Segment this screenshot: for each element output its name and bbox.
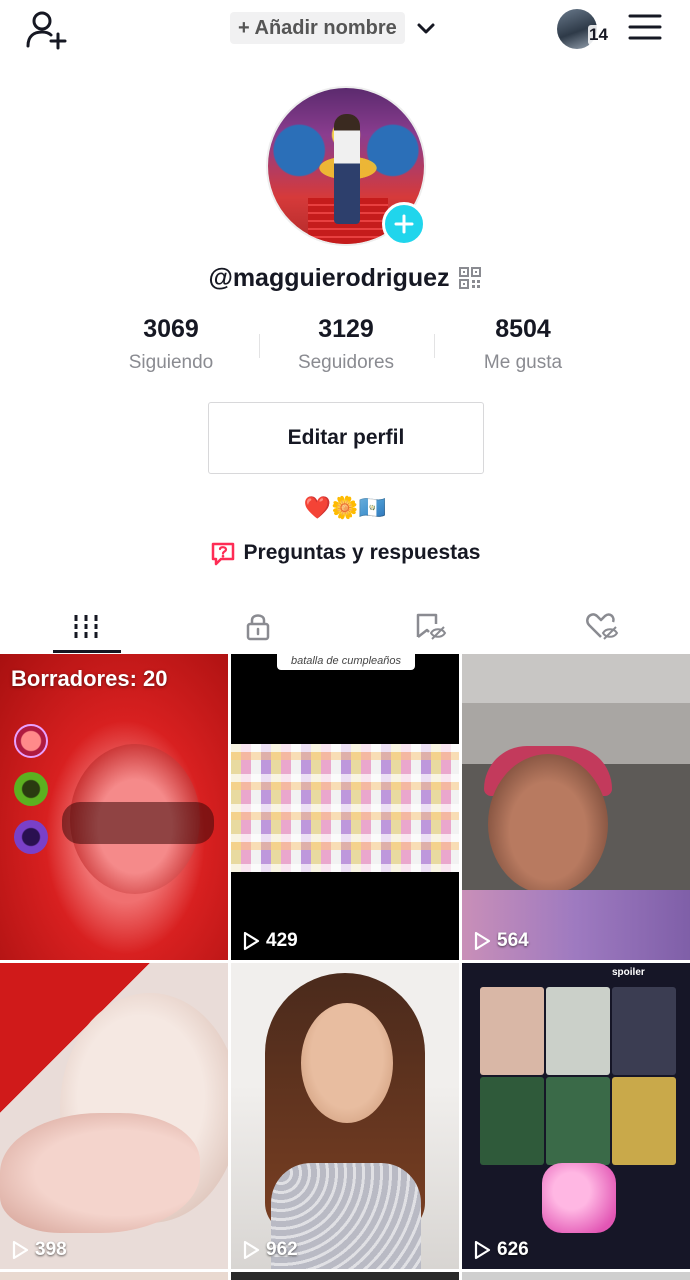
stat-following[interactable]: 3069 Siguiendo: [86, 312, 256, 374]
add-name-button[interactable]: + Añadir nombre: [230, 12, 405, 44]
video-thumbnail[interactable]: batalla de cumpleaños 429: [231, 654, 459, 960]
username-row: @magguierodriguez: [0, 262, 690, 294]
thumbnail-art: [546, 1077, 610, 1165]
thumbnail-art: [480, 987, 544, 1075]
view-count-value: 398: [35, 1239, 67, 1260]
stat-divider: [259, 334, 260, 358]
stat-value: 8504: [495, 315, 551, 343]
video-thumbnail[interactable]: spoiler 626: [462, 963, 690, 1269]
tab-liked[interactable]: [516, 598, 688, 654]
qa-link[interactable]: Preguntas y respuestas: [0, 536, 690, 570]
play-icon: [243, 1240, 260, 1260]
tab-favorites[interactable]: [344, 598, 516, 654]
top-bar: + Añadir nombre 14: [0, 0, 690, 60]
view-count-value: 626: [497, 1239, 529, 1260]
video-thumbnail[interactable]: 962: [231, 963, 459, 1269]
video-grid: Borradores: 20 batalla de cumpleaños 429…: [0, 654, 690, 1280]
video-thumbnail[interactable]: 398: [0, 963, 228, 1269]
view-count-value: 962: [266, 1239, 298, 1260]
qa-label: Preguntas y respuestas: [243, 541, 481, 564]
add-user-icon[interactable]: [24, 8, 68, 52]
drafts-label: Borradores: 20: [11, 666, 168, 691]
thumbnail-art: [546, 987, 610, 1075]
view-count-value: 564: [497, 930, 529, 951]
videos-grid-icon: [74, 615, 98, 638]
thumbnail-art: [542, 1163, 616, 1233]
thumbnail-art: [62, 802, 214, 844]
thumbnail-art: [0, 1113, 200, 1233]
question-bubble-icon: [211, 542, 234, 566]
stat-divider: [434, 334, 435, 358]
video-thumbnail-partial[interactable]: [0, 1272, 228, 1280]
chevron-down-icon[interactable]: [415, 17, 437, 39]
stat-followers[interactable]: 3129 Seguidores: [261, 312, 431, 374]
thumbnail-art: [612, 1077, 676, 1165]
tab-videos[interactable]: [0, 598, 172, 654]
tab-private[interactable]: [172, 598, 344, 654]
stat-label: Me gusta: [483, 352, 563, 373]
thumbnail-art: [612, 987, 676, 1075]
play-icon: [243, 931, 260, 951]
effect-icon: [14, 820, 48, 854]
thumbnail-overlay-text: spoiler: [612, 967, 645, 978]
effect-icon: [14, 724, 48, 758]
stat-label: Siguiendo: [128, 352, 214, 373]
stat-value: 3129: [318, 315, 374, 343]
lock-icon: [246, 614, 270, 641]
play-icon: [12, 1240, 29, 1260]
stat-label: Seguidores: [297, 352, 395, 373]
qr-code-icon[interactable]: [458, 266, 482, 290]
play-icon: [474, 931, 491, 951]
menu-icon[interactable]: [628, 12, 662, 42]
stat-value: 3069: [143, 315, 199, 343]
view-count: 564: [472, 930, 529, 952]
video-thumbnail-drafts[interactable]: Borradores: 20: [0, 654, 228, 960]
view-count: 962: [241, 1239, 298, 1261]
video-thumbnail[interactable]: 564: [462, 654, 690, 960]
profile-bio: ❤️🌼🇬🇹: [303, 496, 387, 521]
thumbnail-banner: batalla de cumpleaños: [277, 654, 415, 670]
effect-icon: [14, 772, 48, 806]
notification-count-badge: 14: [588, 25, 609, 45]
thumbnail-art: [480, 1077, 544, 1165]
edit-profile-button[interactable]: Editar perfil: [208, 402, 484, 474]
thumbnail-art: [488, 754, 608, 894]
profile-tabs: [0, 598, 690, 654]
video-thumbnail-partial[interactable]: [462, 1272, 690, 1280]
thumbnail-art: [231, 744, 459, 872]
hidden-liked-icon: [586, 613, 619, 640]
view-count: 626: [472, 1239, 529, 1261]
username: @magguierodriguez: [208, 263, 450, 292]
thumbnail-art: [301, 1003, 393, 1123]
video-thumbnail-partial[interactable]: [231, 1272, 459, 1280]
name-switcher: + Añadir nombre: [230, 12, 437, 44]
active-tab-indicator: [53, 650, 121, 653]
plus-icon: [394, 214, 414, 234]
add-avatar-button[interactable]: [382, 202, 426, 246]
view-count-value: 429: [266, 930, 298, 951]
stat-likes[interactable]: 8504 Me gusta: [438, 312, 608, 374]
avatar-figure-art: [334, 114, 360, 224]
play-icon: [474, 1240, 491, 1260]
view-count: 398: [10, 1239, 67, 1261]
view-count: 429: [241, 930, 298, 952]
hidden-favorites-icon: [416, 613, 447, 640]
profile-stats: 3069 Siguiendo 3129 Seguidores 8504 Me g…: [0, 312, 690, 382]
